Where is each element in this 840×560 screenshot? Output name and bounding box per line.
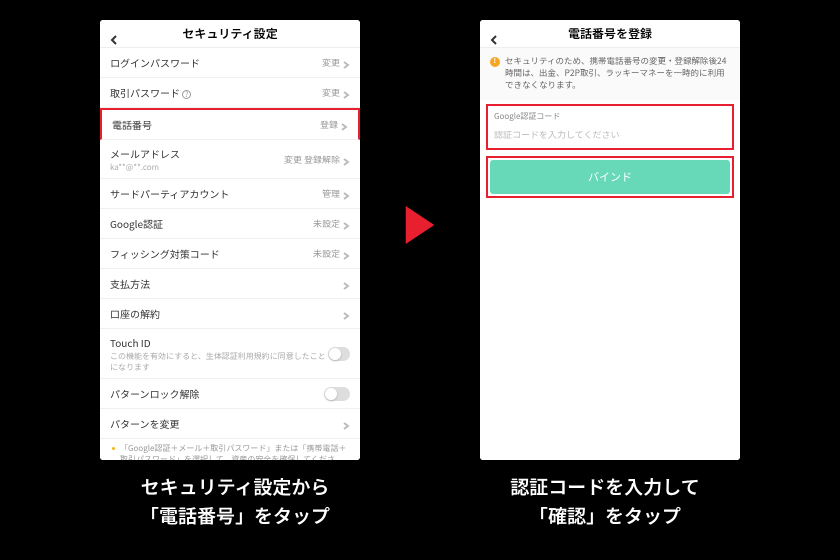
register-content: セキュリティのため、携帯電話番号の変更・登録解除後24時間は、出金、P2P取引、… xyxy=(480,48,740,460)
chevron-right-icon xyxy=(342,89,350,97)
header-title: セキュリティ設定 xyxy=(182,25,277,42)
chevron-right-icon xyxy=(342,420,350,428)
row-label: Touch ID xyxy=(110,335,151,350)
security-notice: セキュリティのため、携帯電話番号の変更・登録解除後24時間は、出金、P2P取引、… xyxy=(480,48,740,100)
warning-icon xyxy=(490,57,500,67)
row-label: フィッシング対策コード xyxy=(110,246,220,261)
row-label: パターンロック解除 xyxy=(110,386,200,401)
notice-text: セキュリティのため、携帯電話番号の変更・登録解除後24時間は、出金、P2P取引、… xyxy=(505,56,730,92)
button-wrap-highlighted: バインド xyxy=(486,156,734,198)
row-sub: ka**@**.com xyxy=(110,162,180,173)
row-action: 変更 登録解除 xyxy=(284,153,340,166)
row-pattern-unlock: パターンロック解除 xyxy=(100,379,360,409)
row-action: 未設定 xyxy=(313,217,340,230)
phone-screen-left: セキュリティ設定 ログインパスワード 変更 取引パスワード? 変更 電話番号 登… xyxy=(100,20,360,460)
row-touch-id: Touch IDこの機能を有効にすると、生体認証利用規約に同意したことになります xyxy=(100,329,360,379)
chevron-right-icon xyxy=(342,310,350,318)
row-third-party[interactable]: サードパーティアカウント 管理 xyxy=(100,179,360,209)
auth-code-input[interactable]: 認証コードを入力してください xyxy=(494,126,726,143)
row-close-account[interactable]: 口座の解約 xyxy=(100,299,360,329)
chevron-right-icon xyxy=(342,220,350,228)
arrow-right-icon xyxy=(401,200,439,255)
row-phone-number[interactable]: 電話番号 登録 xyxy=(100,108,360,140)
chevron-right-icon xyxy=(342,190,350,198)
row-pattern-change[interactable]: パターンを変更 xyxy=(100,409,360,439)
input-group-highlighted: Google認証コード 認証コードを入力してください xyxy=(486,104,734,150)
row-login-password[interactable]: ログインパスワード 変更 xyxy=(100,48,360,78)
settings-list: ログインパスワード 変更 取引パスワード? 変更 電話番号 登録 メールアドレス… xyxy=(100,48,360,460)
row-label: 支払方法 xyxy=(110,276,150,291)
row-email[interactable]: メールアドレスka**@**.com 変更 登録解除 xyxy=(100,140,360,179)
row-action: 管理 xyxy=(322,187,340,200)
row-phishing-code[interactable]: フィッシング対策コード 未設定 xyxy=(100,239,360,269)
row-action: 変更 xyxy=(322,86,340,99)
toggle-switch[interactable] xyxy=(324,387,350,401)
bind-button[interactable]: バインド xyxy=(490,160,730,194)
toggle-switch[interactable] xyxy=(328,347,350,361)
header: 電話番号を登録 xyxy=(480,20,740,48)
row-google-auth[interactable]: Google認証 未設定 xyxy=(100,209,360,239)
chevron-right-icon xyxy=(342,250,350,258)
header: セキュリティ設定 xyxy=(100,20,360,48)
row-label: Google認証 xyxy=(110,216,163,231)
row-label: ログインパスワード xyxy=(110,55,200,70)
row-sub: この機能を有効にすると、生体認証利用規約に同意したことになります xyxy=(110,351,328,373)
row-payment-method[interactable]: 支払方法 xyxy=(100,269,360,299)
row-label: パターンを変更 xyxy=(110,416,180,431)
tip-item: 「Google認証＋メール＋取引パスワード」または「携帯電話＋取引パスワード」を… xyxy=(110,443,350,460)
input-label: Google認証コード xyxy=(494,111,726,122)
row-action: 未設定 xyxy=(313,247,340,260)
help-icon[interactable]: ? xyxy=(182,90,191,99)
row-label: 取引パスワード xyxy=(110,85,180,100)
caption-right: 認証コードを入力して 「確認」をタップ xyxy=(445,473,765,530)
security-tips: 「Google認証＋メール＋取引パスワード」または「携帯電話＋取引パスワード」を… xyxy=(100,439,360,460)
caption-left: セキュリティ設定から 「電話番号」をタップ xyxy=(75,473,395,530)
row-label: 電話番号 xyxy=(112,117,152,132)
back-icon[interactable] xyxy=(108,27,120,39)
row-label: メールアドレス xyxy=(110,146,180,161)
row-trade-password[interactable]: 取引パスワード? 変更 xyxy=(100,78,360,108)
row-action: 変更 xyxy=(322,56,340,69)
back-icon[interactable] xyxy=(488,27,500,39)
chevron-right-icon xyxy=(342,59,350,67)
chevron-right-icon xyxy=(340,121,348,129)
row-action: 登録 xyxy=(320,118,338,131)
row-label: サードパーティアカウント xyxy=(110,186,229,201)
phone-screen-right: 電話番号を登録 セキュリティのため、携帯電話番号の変更・登録解除後24時間は、出… xyxy=(480,20,740,460)
header-title: 電話番号を登録 xyxy=(568,25,652,42)
row-label: 口座の解約 xyxy=(110,306,160,321)
chevron-right-icon xyxy=(342,156,350,164)
chevron-right-icon xyxy=(342,280,350,288)
